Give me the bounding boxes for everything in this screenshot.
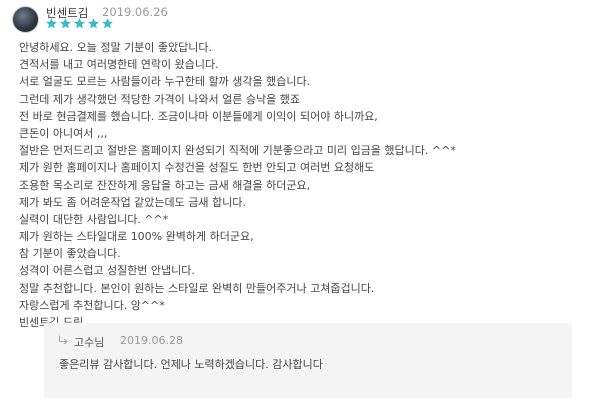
reply-text: 좋은리뷰 감사합니다. 언제나 노력하겠습니다. 감사합니다 [59,358,323,371]
reply-arrow-icon [58,335,68,345]
review-body: 안녕하세요. 오늘 정말 기분이 좋았답니다. 견적서를 내고 여러명한테 연락이… [19,39,579,331]
review-body-line: 자랑스럽게 추천합니다. 앙^^* [19,298,165,312]
review-card: 빈센트김 2019.06.26 안녕하세요. 오늘 정말 기분이 좋았답니다. 견… [0,0,591,406]
review-body-line: 전 바로 현금결제를 했습니다. 조금이나마 이분들에게 이익이 되어야 하니까… [19,109,378,123]
review-body-line: 큰돈이 아니여서 ,,, [19,126,108,140]
review-body-line: 제가 원하는 스타일대로 100% 완벽하게 하더군요, [19,230,254,244]
review-body-line: 제가 봐도 좀 어려운작업 같았는데도 금새 합니다. [19,195,246,209]
star-icon [88,18,99,29]
author-avatar[interactable] [12,6,39,33]
review-body-line: 안녕하세요. 오늘 정말 기분이 좋았답니다. [19,41,213,54]
star-rating [45,17,114,30]
star-icon [74,18,85,29]
review-body-line: 견적서를 내고 여러명한테 연락이 왔습니다. [19,58,219,72]
star-icon [102,18,113,29]
review-body-line: 제가 원한 홈페이지나 홈페이지 수정건을 성질도 한번 안되고 여러번 요청해… [19,161,375,175]
reply-date: 2019.06.28 [120,334,183,347]
star-icon [60,18,71,29]
review-body-line: 절반은 먼저드리고 절반은 홈페이지 완성되기 직적에 기분좋으라고 미리 입금… [19,144,456,158]
star-icon [46,18,57,29]
review-body-line: 정말 추천합니다. 본인이 원하는 스타일로 완벽히 만들어주거나 고쳐줍겁니다… [19,281,375,295]
seller-reply: 고수님 2019.06.28 좋은리뷰 감사합니다. 언제나 노력하겠습니다. … [44,323,572,398]
review-body-line: 그런데 제가 생각했던 적당한 가격이 나와서 얼른 승낙을 했죠 [19,92,300,106]
review-body-line: 조용한 목소리로 잔잔하게 응답을 하고는 금새 해결을 하더군요, [19,178,311,192]
review-body-line: 성격이 어른스럽고 성질한번 안냅니다. [19,264,195,278]
review-body-line: 참 기분이 좋았습니다. [19,247,121,261]
reply-author: 고수님 [74,336,105,349]
review-body-line: 실력이 대단한 사람입니다. ^^* [19,212,169,226]
review-body-line: 서로 얼굴도 모르는 사람들이라 누구한테 할까 생각을 했습니다. [19,75,311,89]
